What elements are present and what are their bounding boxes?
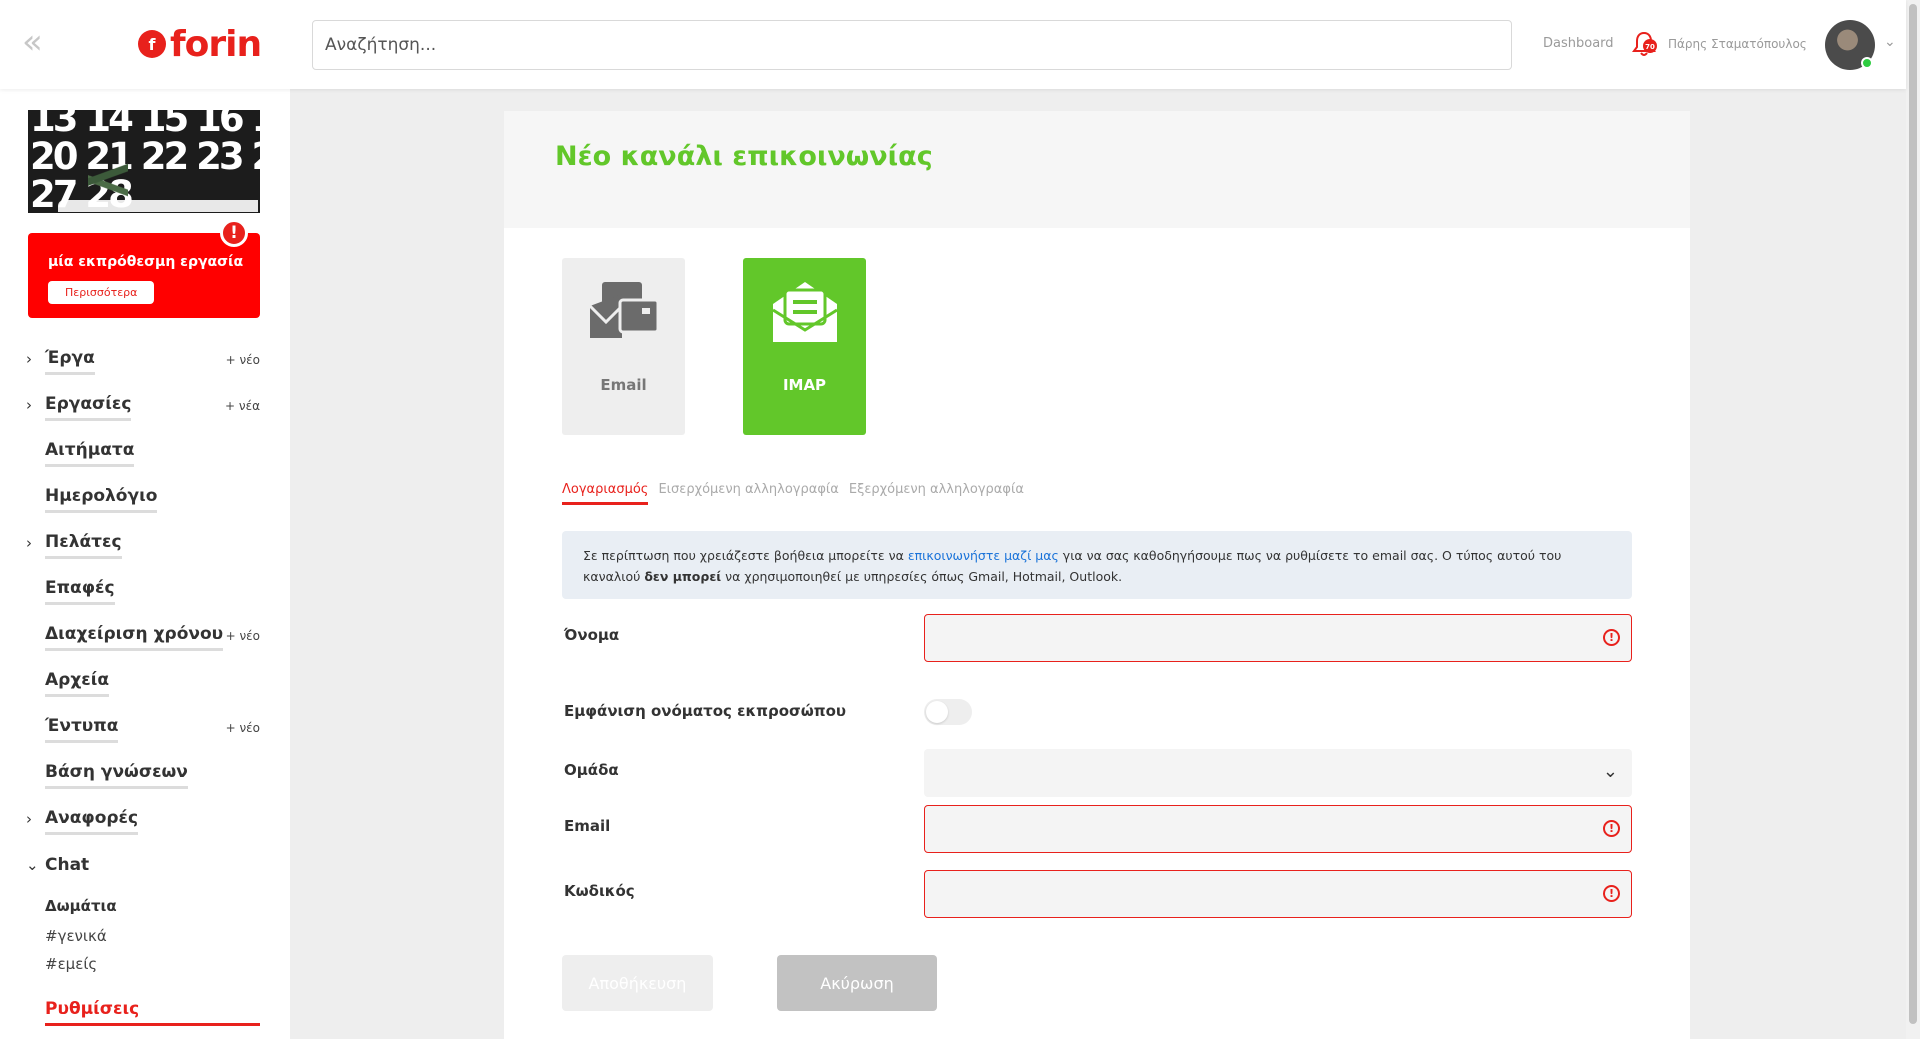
tab-outgoing-mail[interactable]: Εξερχόμενη αλληλογραφία <box>849 482 1024 505</box>
cancel-button[interactable]: Ακύρωση <box>777 955 937 1011</box>
sidebar-item-requests[interactable]: Αιτήματα <box>0 430 290 476</box>
sidebar-item-tasks[interactable]: › Εργασίες + νέα <box>0 384 290 430</box>
help-info-box: Σε περίπτωση που χρειάζεστε βοήθεια μπορ… <box>562 531 1632 599</box>
save-button[interactable]: Αποθήκευση <box>562 955 713 1011</box>
channel-type-label: IMAP <box>782 376 827 394</box>
sidebar-item-forms[interactable]: Έντυπα + νέο <box>0 706 290 752</box>
overdue-alert-text: μία εκπρόθεσμη εργασία <box>48 254 244 270</box>
chevron-right-icon: › <box>26 810 32 828</box>
sidebar-item-label: Εργασίες <box>45 394 132 421</box>
banner-bar <box>58 200 258 212</box>
chevron-right-icon: › <box>26 396 32 414</box>
new-time-entry-link[interactable]: + νέο <box>226 629 260 643</box>
panel-header: Νέο κανάλι επικοινωνίας <box>504 111 1690 228</box>
channel-type-imap[interactable]: IMAP <box>743 258 866 435</box>
sidebar-item-knowledge-base[interactable]: Βάση γνώσεων <box>0 752 290 798</box>
sidebar-item-files[interactable]: Αρχεία <box>0 660 290 706</box>
more-button[interactable]: Περισσότερα <box>48 281 155 304</box>
name-label: Όνομα <box>564 626 620 644</box>
sidebar-item-projects[interactable]: › Έργα + νέο <box>0 338 290 384</box>
show-rep-label: Εμφάνιση ονόματος εκπροσώπου <box>564 702 847 720</box>
logo-text: forin <box>170 23 262 65</box>
calendar-numbers: 13 14 15 16 17 20 21 22 23 24 27 28 <box>30 110 260 213</box>
error-icon: ! <box>1603 820 1620 837</box>
sidebar-item-label: Επαφές <box>45 578 115 605</box>
sidebar-item-label: Ημερολόγιο <box>45 486 158 513</box>
settings-tabs: Λογαριασμός Εισερχόμενη αλληλογραφία Εξε… <box>562 482 1024 505</box>
chevron-down-icon: ⌄ <box>26 856 39 874</box>
sidebar-item-settings[interactable]: Ρυθμίσεις <box>45 999 260 1026</box>
sidebar-nav: › Έργα + νέο › Εργασίες + νέα Αιτήματα Η… <box>0 338 290 978</box>
sidebar-item-contacts[interactable]: Επαφές <box>0 568 290 614</box>
logo[interactable]: f forin <box>138 23 262 65</box>
info-text: Σε περίπτωση που χρειάζεστε βοήθεια μπορ… <box>583 548 908 563</box>
search-input[interactable] <box>312 20 1512 70</box>
sidebar-item-label: Αρχεία <box>45 670 110 697</box>
error-icon: ! <box>1603 629 1620 646</box>
collapse-sidebar-icon[interactable]: « <box>22 25 48 59</box>
show-rep-toggle[interactable] <box>924 699 972 725</box>
notification-count: 70 <box>1645 43 1655 51</box>
channel-type-label: Email <box>600 376 647 394</box>
channel-type-email[interactable]: Email <box>562 258 685 435</box>
chevron-right-icon: › <box>26 350 32 368</box>
chat-room-us[interactable]: #εμείς <box>0 950 290 978</box>
sidebar-item-label: Αιτήματα <box>45 440 135 467</box>
dashboard-link[interactable]: Dashboard <box>1543 36 1614 51</box>
sidebar-item-reports[interactable]: › Αναφορές <box>0 798 290 844</box>
error-icon: ! <box>1603 885 1620 902</box>
email-stack-icon <box>588 282 659 338</box>
page-scrollbar[interactable] <box>1906 0 1920 1039</box>
alert-exclamation-icon: ! <box>220 219 248 247</box>
tab-incoming-mail[interactable]: Εισερχόμενη αλληλογραφία <box>658 482 838 505</box>
group-select[interactable]: ⌄ <box>924 749 1632 797</box>
new-project-link[interactable]: + νέο <box>226 353 260 367</box>
new-task-link[interactable]: + νέα <box>225 399 260 413</box>
sidebar-item-label: Πελάτες <box>45 532 122 559</box>
info-text: να χρησιμοποιηθεί με υπηρεσίες όπως Gmai… <box>721 569 1123 584</box>
sidebar-item-label: Έντυπα <box>45 716 119 743</box>
sidebar-item-label: Έργα <box>45 348 95 375</box>
calendar-banner-image: 13 14 15 16 17 20 21 22 23 24 27 28 <box>28 110 260 213</box>
user-name[interactable]: Πάρης Σταματόπουλος <box>1668 37 1807 51</box>
sidebar-item-label: Βάση γνώσεων <box>45 762 188 789</box>
toggle-knob <box>926 701 948 723</box>
password-label: Κωδικός <box>564 882 635 900</box>
info-emphasis: δεν μπορεί <box>644 569 722 584</box>
chevron-down-icon[interactable]: ⌄ <box>1884 34 1896 50</box>
password-field[interactable] <box>924 870 1632 918</box>
scrollbar-thumb[interactable] <box>1909 4 1917 1024</box>
new-form-link[interactable]: + νέο <box>226 721 260 735</box>
top-bar: « f forin Dashboard 70 Πάρης Σταματόπουλ… <box>0 0 1906 89</box>
contact-us-link[interactable]: επικοινωνήστε μαζί μας <box>908 548 1059 563</box>
email-label: Email <box>564 817 611 835</box>
logo-mark: f <box>138 30 166 58</box>
online-status-dot <box>1861 57 1873 69</box>
sidebar-item-label: Chat <box>45 855 90 875</box>
overdue-alert-card: μία εκπρόθεσμη εργασία Περισσότερα <box>28 233 260 318</box>
sidebar-item-calendar[interactable]: Ημερολόγιο <box>0 476 290 522</box>
sidebar-item-clients[interactable]: › Πελάτες <box>0 522 290 568</box>
sidebar-item-label: Αναφορές <box>45 808 139 835</box>
chevron-down-icon: ⌄ <box>1602 761 1618 782</box>
tab-account[interactable]: Λογαριασμός <box>562 482 649 505</box>
sidebar-item-time-management[interactable]: Διαχείριση χρόνου + νέο <box>0 614 290 660</box>
imap-envelope-icon <box>771 282 838 342</box>
sidebar: 13 14 15 16 17 20 21 22 23 24 27 28 μία … <box>0 89 290 1039</box>
notification-bell-icon[interactable]: 70 <box>1630 30 1658 58</box>
group-label: Ομάδα <box>564 761 619 779</box>
sidebar-item-label: Διαχείριση χρόνου <box>45 624 224 651</box>
chat-room-general[interactable]: #γενικά <box>0 922 290 950</box>
page-title: Νέο κανάλι επικοινωνίας <box>555 141 933 172</box>
new-channel-panel: Νέο κανάλι επικοινωνίας Email IMAP Λογαρ… <box>504 111 1690 1039</box>
sidebar-item-chat[interactable]: ⌄ Chat <box>0 844 290 890</box>
chevron-right-icon: › <box>26 534 32 552</box>
name-field[interactable] <box>924 614 1632 662</box>
chat-rooms-heading: Δωμάτια <box>45 897 117 915</box>
email-field[interactable] <box>924 805 1632 853</box>
